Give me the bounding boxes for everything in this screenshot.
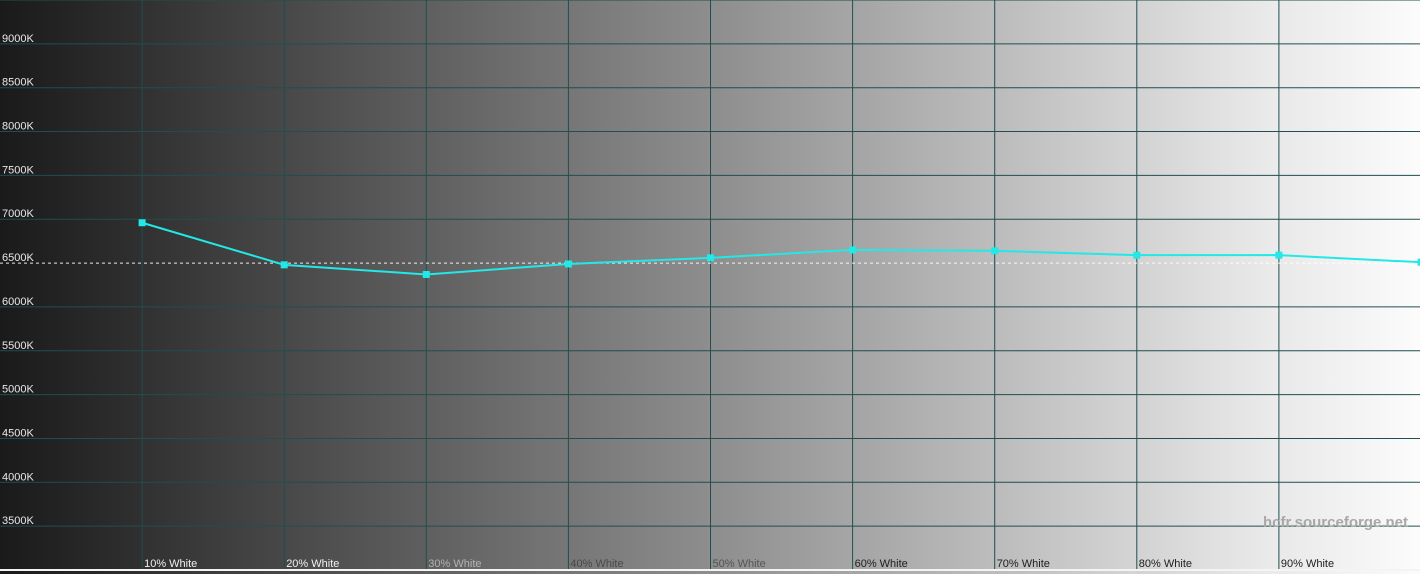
y-tick-label: 7000K (2, 208, 34, 220)
chart-container: 3500K 4000K 4500K 5000K 5500K 6000K 6500K 7000K… (0, 0, 1420, 574)
x-tick-label: 80% White (1139, 558, 1192, 570)
watermark-text: hcfr.sourceforge.net (1263, 514, 1408, 531)
data-point (1275, 251, 1283, 259)
background-band-2 (142, 0, 285, 574)
x-tick-label: 40% White (570, 558, 623, 570)
x-tick-label: 90% White (1281, 558, 1334, 570)
y-tick-label: 6000K (2, 296, 34, 308)
data-point (422, 270, 430, 278)
data-point (564, 260, 572, 268)
x-tick-label: 10% White (144, 558, 197, 570)
background-band-3 (284, 0, 427, 574)
data-point (1133, 251, 1141, 259)
data-point (707, 254, 714, 262)
background-band-10 (1278, 0, 1420, 574)
y-tick-label: 5000K (2, 384, 34, 396)
y-tick-label: 7500K (2, 164, 34, 176)
data-point (280, 261, 288, 269)
y-tick-label: 9000K (2, 33, 34, 45)
y-tick-label: 3500K (2, 515, 34, 527)
x-tick-label: 20% White (286, 558, 339, 570)
y-tick-label: 4500K (2, 427, 34, 439)
data-point (849, 246, 857, 254)
y-tick-label: 8000K (2, 121, 34, 133)
y-tick-label: 6500K (2, 252, 34, 264)
background-band-9 (1136, 0, 1280, 574)
background-band-8 (994, 0, 1138, 574)
data-point (138, 219, 146, 227)
cct-tracking-chart: 3500K 4000K 4500K 5000K 5500K 6000K 6500K 7000K… (0, 0, 1420, 574)
background-band-5 (568, 0, 711, 574)
background-band-6 (710, 0, 854, 574)
y-tick-label: 5500K (2, 340, 34, 352)
x-tick-label: 30% White (428, 558, 481, 570)
y-tick-label: 8500K (2, 77, 34, 89)
y-tick-label: 4000K (2, 471, 34, 483)
x-tick-label: 60% White (855, 558, 908, 570)
x-tick-label: 50% White (713, 558, 766, 570)
background-band-4 (426, 0, 569, 574)
x-tick-labels: 10% White 20% White 30% White 40% White 50% … (144, 558, 1334, 570)
background-band-7 (852, 0, 996, 574)
x-tick-label: 70% White (997, 558, 1050, 570)
data-point (991, 247, 999, 255)
